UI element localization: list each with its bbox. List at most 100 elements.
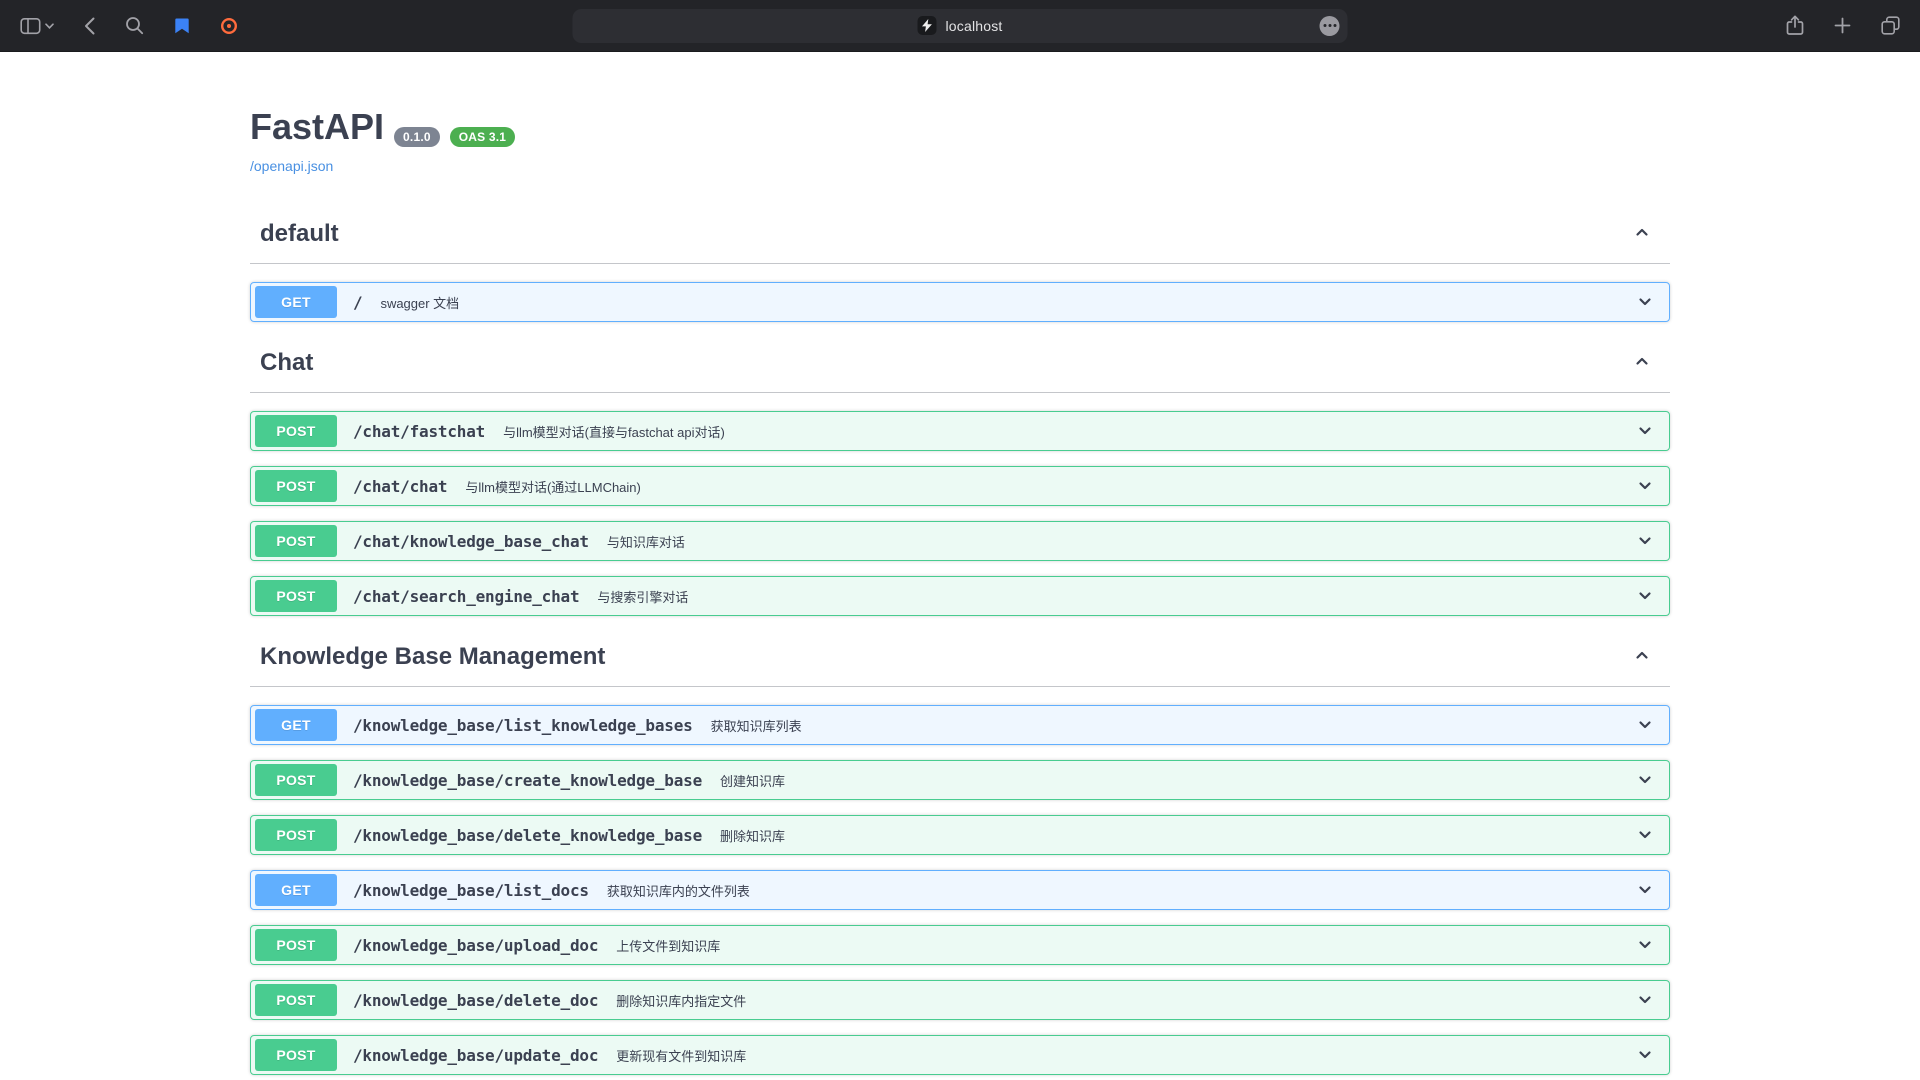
search-button[interactable] [123,14,146,37]
operation-path: /knowledge_base/list_knowledge_bases [353,716,693,735]
swagger-ui: FastAPI 0.1.0 OAS 3.1 /openapi.json defa… [230,52,1690,1080]
section-header[interactable]: Knowledge Base Management [250,631,1670,687]
method-badge: POST [255,580,337,612]
ellipsis-icon [1323,24,1336,27]
operation-row[interactable]: POST /knowledge_base/update_doc 更新现有文件到知… [250,1035,1670,1075]
operation-path: /knowledge_base/update_doc [353,1046,598,1065]
chevron-down-icon [1635,935,1655,955]
section-title: Chat [260,349,313,377]
operation-description: 与llm模型对话(通过LLMChain) [465,476,641,496]
version-badge: 0.1.0 [394,127,440,147]
section-header[interactable]: Chat [250,337,1670,393]
tab-overview-button[interactable] [1879,14,1902,37]
method-badge: POST [255,470,337,502]
chevron-down-icon [1635,292,1655,312]
operation-row[interactable]: POST /knowledge_base/create_knowledge_ba… [250,760,1670,800]
chevron-down-icon [45,23,54,29]
operations-list: GET / swagger 文档 [250,282,1670,322]
url-text: localhost [945,18,1002,34]
tag-section-knowledge-base-management: Knowledge Base Management GET /knowledge… [250,631,1670,1080]
chevron-down-icon [1635,770,1655,790]
operation-row[interactable]: GET /knowledge_base/list_knowledge_bases… [250,705,1670,745]
operation-description: 更新现有文件到知识库 [616,1045,746,1065]
bookmark-icon [174,17,190,35]
operation-description: 与搜索引擎对话 [597,586,688,606]
page-title: FastAPI 0.1.0 OAS 3.1 [250,106,1670,148]
chevron-down-icon [1635,531,1655,551]
method-badge: GET [255,286,337,318]
operation-path: /chat/knowledge_base_chat [353,532,589,551]
page-options-button[interactable] [1320,16,1340,36]
chevron-down-icon [1635,990,1655,1010]
api-title-text: FastAPI [250,106,384,148]
operation-description: 与llm模型对话(直接与fastchat api对话) [503,421,725,441]
operation-path: / [353,293,362,312]
chevron-down-icon [1635,586,1655,606]
operation-row[interactable]: POST /knowledge_base/delete_knowledge_ba… [250,815,1670,855]
operation-path: /knowledge_base/create_knowledge_base [353,771,702,790]
section-title: Knowledge Base Management [260,643,605,671]
extension-bookmark-button[interactable] [172,15,192,37]
method-badge: GET [255,709,337,741]
tag-section-default: default GET / swagger 文档 [250,208,1670,322]
toolbar-right [1784,13,1902,38]
operation-path: /knowledge_base/delete_knowledge_base [353,826,702,845]
address-bar[interactable]: localhost [573,9,1348,43]
method-badge: POST [255,525,337,557]
site-favicon-bolt-icon [921,19,932,32]
operation-path: /knowledge_base/list_docs [353,881,589,900]
extension-circle-button[interactable] [218,15,240,37]
operation-description: 与知识库对话 [607,531,685,551]
method-badge: POST [255,1039,337,1071]
sidebar-toggle-button[interactable] [18,15,56,37]
section-header[interactable]: default [250,208,1670,264]
method-badge: POST [255,764,337,796]
operation-row[interactable]: POST /knowledge_base/delete_doc 删除知识库内指定… [250,980,1670,1020]
operation-description: 获取知识库列表 [711,715,802,735]
operation-path: /knowledge_base/upload_doc [353,936,598,955]
chevron-up-icon [1632,653,1652,668]
section-collapse-button[interactable] [1628,641,1656,672]
tag-section-chat: Chat POST /chat/fastchat 与llm模型对话(直接与fas… [250,337,1670,616]
operation-description: 上传文件到知识库 [616,935,720,955]
operation-path: /chat/search_engine_chat [353,587,579,606]
operation-description: 删除知识库内指定文件 [616,990,746,1010]
share-button[interactable] [1784,13,1806,38]
section-collapse-button[interactable] [1628,347,1656,378]
chevron-up-icon [1632,359,1652,374]
operation-row[interactable]: POST /knowledge_base/upload_doc 上传文件到知识库 [250,925,1670,965]
chevron-down-icon [1635,1045,1655,1065]
operation-row[interactable]: POST /chat/fastchat 与llm模型对话(直接与fastchat… [250,411,1670,451]
operation-row[interactable]: GET /knowledge_base/list_docs 获取知识库内的文件列… [250,870,1670,910]
share-icon [1786,15,1804,36]
site-favicon [917,16,936,35]
toolbar-left [18,14,240,37]
chevron-down-icon [1635,880,1655,900]
operation-path: /chat/chat [353,477,447,496]
operation-description: 删除知识库 [720,825,785,845]
plus-icon [1834,17,1851,34]
operation-description: swagger 文档 [380,292,459,312]
chevron-down-icon [1635,421,1655,441]
method-badge: POST [255,415,337,447]
operation-path: /chat/fastchat [353,422,485,441]
section-title: default [260,220,339,248]
operation-row[interactable]: GET / swagger 文档 [250,282,1670,322]
operation-row[interactable]: POST /chat/search_engine_chat 与搜索引擎对话 [250,576,1670,616]
api-info: FastAPI 0.1.0 OAS 3.1 /openapi.json [250,52,1670,202]
operation-path: /knowledge_base/delete_doc [353,991,598,1010]
chevron-down-icon [1635,476,1655,496]
operation-row[interactable]: POST /chat/knowledge_base_chat 与知识库对话 [250,521,1670,561]
operation-description: 获取知识库内的文件列表 [607,880,750,900]
new-tab-button[interactable] [1832,15,1853,36]
method-badge: POST [255,929,337,961]
record-circle-icon [220,17,238,35]
browser-toolbar: localhost [0,0,1920,52]
operation-row[interactable]: POST /chat/chat 与llm模型对话(通过LLMChain) [250,466,1670,506]
section-collapse-button[interactable] [1628,218,1656,249]
back-button[interactable] [82,15,97,37]
method-badge: POST [255,984,337,1016]
chevron-down-icon [1635,715,1655,735]
chevron-up-icon [1632,230,1652,245]
openapi-json-link[interactable]: /openapi.json [250,158,333,174]
